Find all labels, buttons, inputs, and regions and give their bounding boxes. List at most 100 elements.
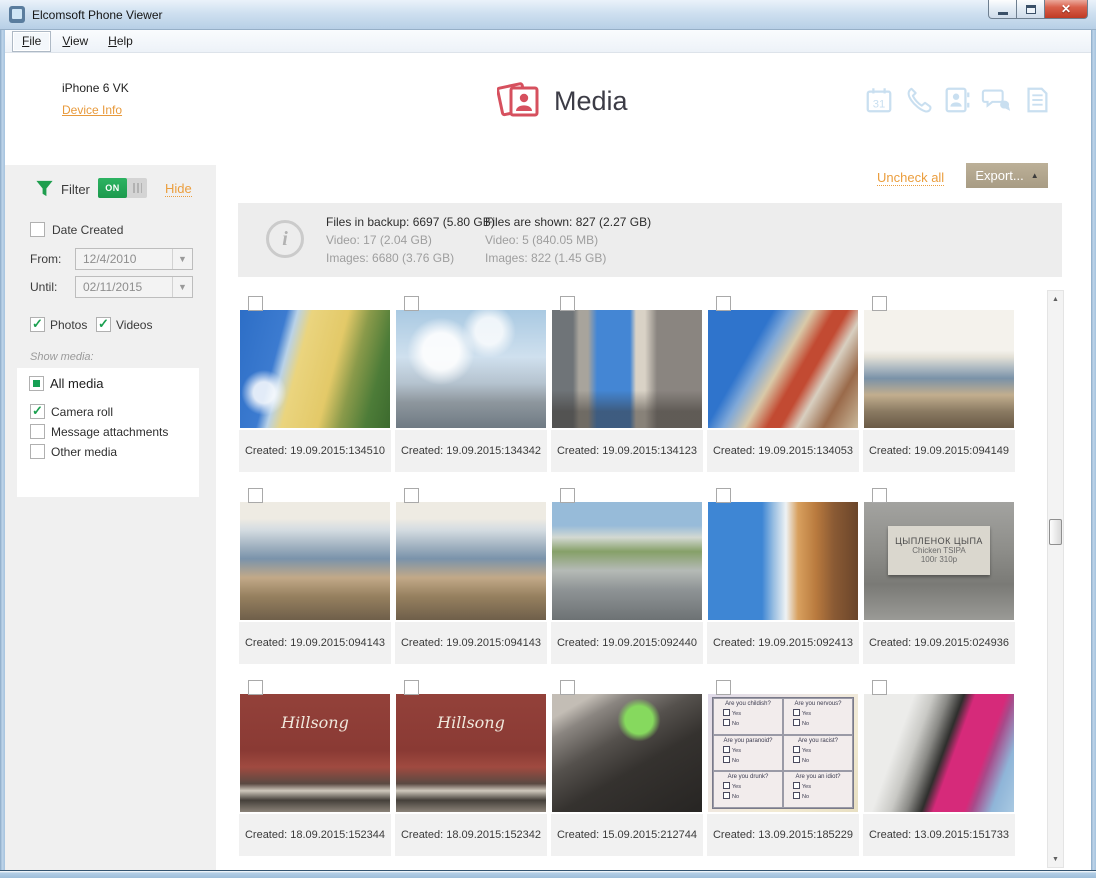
minimize-button[interactable] [988, 0, 1017, 19]
item-checkbox[interactable] [404, 296, 419, 311]
videos-checkbox[interactable] [96, 317, 111, 332]
photo-thumbnail[interactable]: Hillsong [396, 694, 546, 812]
photo-thumbnail[interactable]: Are you childish?YesNo Are you nervous?Y… [708, 694, 858, 812]
item-caption: Created: 19.09.2015:094143 [239, 622, 391, 664]
item-caption: Created: 19.09.2015:092413 [707, 622, 859, 664]
item-checkbox[interactable] [716, 296, 731, 311]
media-item[interactable]: Created: 19.09.2015:094143 [239, 482, 391, 664]
filter-icon [35, 179, 54, 198]
item-checkbox[interactable] [560, 296, 575, 311]
other-media-checkbox[interactable] [30, 444, 45, 459]
section-header: Media [497, 80, 628, 122]
device-info-link[interactable]: Device Info [62, 103, 122, 117]
photo-thumbnail[interactable] [552, 502, 702, 620]
item-checkbox[interactable] [404, 680, 419, 695]
all-media-checkbox[interactable] [29, 376, 44, 391]
messages-icon[interactable] [981, 84, 1013, 116]
media-item[interactable]: Are you childish?YesNo Are you nervous?Y… [707, 674, 859, 856]
photo-thumbnail[interactable] [240, 502, 390, 620]
question-text: Are you racist? [798, 738, 838, 744]
photo-thumbnail[interactable] [396, 502, 546, 620]
media-item[interactable]: Created: 19.09.2015:134053 [707, 290, 859, 472]
chevron-down-icon[interactable]: ▼ [172, 277, 192, 297]
vertical-scrollbar[interactable]: ▲ ▼ [1047, 290, 1064, 868]
contacts-icon[interactable] [942, 84, 972, 116]
question-text: Are you paranoid? [723, 738, 772, 744]
hide-filter-link[interactable]: Hide [165, 181, 192, 197]
window-border-bottom [0, 870, 1096, 878]
media-type-list: All media Camera roll Message attachment… [17, 368, 199, 497]
filter-toggle[interactable]: ON [98, 178, 147, 198]
item-checkbox[interactable] [404, 488, 419, 503]
photo-thumbnail[interactable] [240, 310, 390, 428]
maximize-button[interactable] [1016, 0, 1045, 19]
phone-icon[interactable] [903, 84, 933, 116]
photo-thumbnail[interactable]: ЦЫПЛЕНОК ЦЫПА Chicken TSIPA 100г 310р [864, 502, 1014, 620]
uncheck-all-link[interactable]: Uncheck all [877, 170, 944, 186]
chevron-down-icon[interactable]: ▼ [172, 249, 192, 269]
media-item[interactable]: Created: 15.09.2015:212744 [551, 674, 703, 856]
photo-thumbnail[interactable] [552, 310, 702, 428]
media-item[interactable]: Created: 19.09.2015:134342 [395, 290, 547, 472]
date-created-checkbox[interactable] [30, 222, 45, 237]
photo-thumbnail[interactable] [708, 310, 858, 428]
item-checkbox[interactable] [716, 488, 731, 503]
backup-images: Images: 6680 (3.76 GB) [326, 249, 495, 267]
window-border-right [1091, 30, 1096, 878]
menu-file[interactable]: File [12, 31, 51, 52]
notes-icon[interactable] [1022, 84, 1052, 116]
answer-yes: Yes [793, 709, 851, 718]
media-item[interactable]: Created: 19.09.2015:094143 [395, 482, 547, 664]
menu-help[interactable]: Help [99, 32, 142, 51]
calendar-icon[interactable]: 31 [864, 84, 894, 116]
question-text: Are you an idiot? [795, 774, 840, 780]
media-item[interactable]: Created: 19.09.2015:134510 [239, 290, 391, 472]
export-button[interactable]: Export... ▲ [966, 163, 1048, 188]
filter-label: Filter [61, 182, 90, 197]
media-item[interactable]: Created: 13.09.2015:151733 [863, 674, 1015, 856]
item-checkbox[interactable] [716, 680, 731, 695]
photo-thumbnail[interactable] [552, 694, 702, 812]
photos-checkbox[interactable] [30, 317, 45, 332]
summary-bar: i Files in backup: 6697 (5.80 GB) Video:… [238, 203, 1062, 277]
media-item[interactable]: Created: 19.09.2015:092440 [551, 482, 703, 664]
item-checkbox[interactable] [560, 680, 575, 695]
until-date-select[interactable]: 02/11/2015 ▼ [75, 276, 193, 298]
media-item[interactable]: Created: 19.09.2015:094149 [863, 290, 1015, 472]
media-item[interactable]: Hillsong Created: 18.09.2015:152344 [239, 674, 391, 856]
section-nav: 31 [864, 84, 1052, 116]
media-item[interactable]: ЦЫПЛЕНОК ЦЫПА Chicken TSIPA 100г 310р Cr… [863, 482, 1015, 664]
app-window: Elcomsoft Phone Viewer ✕ File View Help … [0, 0, 1096, 878]
message-attachments-checkbox[interactable] [30, 424, 45, 439]
photo-thumbnail[interactable] [396, 310, 546, 428]
item-checkbox[interactable] [872, 488, 887, 503]
item-checkbox[interactable] [248, 680, 263, 695]
answer-no: No [793, 792, 851, 801]
maximize-icon [1026, 5, 1036, 14]
photo-thumbnail[interactable] [708, 502, 858, 620]
media-item[interactable]: Hillsong Created: 18.09.2015:152342 [395, 674, 547, 856]
camera-roll-checkbox[interactable] [30, 404, 45, 419]
from-date-select[interactable]: 12/4/2010 ▼ [75, 248, 193, 270]
answer-no: No [793, 719, 851, 728]
scrollbar-thumb[interactable] [1049, 519, 1062, 545]
item-checkbox[interactable] [560, 488, 575, 503]
item-checkbox[interactable] [248, 296, 263, 311]
photo-thumbnail[interactable] [864, 310, 1014, 428]
item-checkbox[interactable] [248, 488, 263, 503]
item-checkbox[interactable] [872, 296, 887, 311]
shown-total: Files are shown: 827 (2.27 GB) [485, 213, 651, 231]
media-item[interactable]: Created: 19.09.2015:134123 [551, 290, 703, 472]
item-caption: Created: 19.09.2015:092440 [551, 622, 703, 664]
menu-view[interactable]: View [53, 32, 97, 51]
from-label: From: [30, 252, 61, 266]
scroll-down-arrow-icon[interactable]: ▼ [1048, 851, 1063, 867]
media-item[interactable]: Created: 19.09.2015:092413 [707, 482, 859, 664]
scroll-up-arrow-icon[interactable]: ▲ [1048, 291, 1063, 307]
from-date-value: 12/4/2010 [83, 252, 136, 266]
close-button[interactable]: ✕ [1044, 0, 1088, 19]
item-checkbox[interactable] [872, 680, 887, 695]
photo-thumbnail[interactable]: Hillsong [240, 694, 390, 812]
photo-thumbnail[interactable] [864, 694, 1014, 812]
camera-roll-label: Camera roll [51, 405, 113, 419]
